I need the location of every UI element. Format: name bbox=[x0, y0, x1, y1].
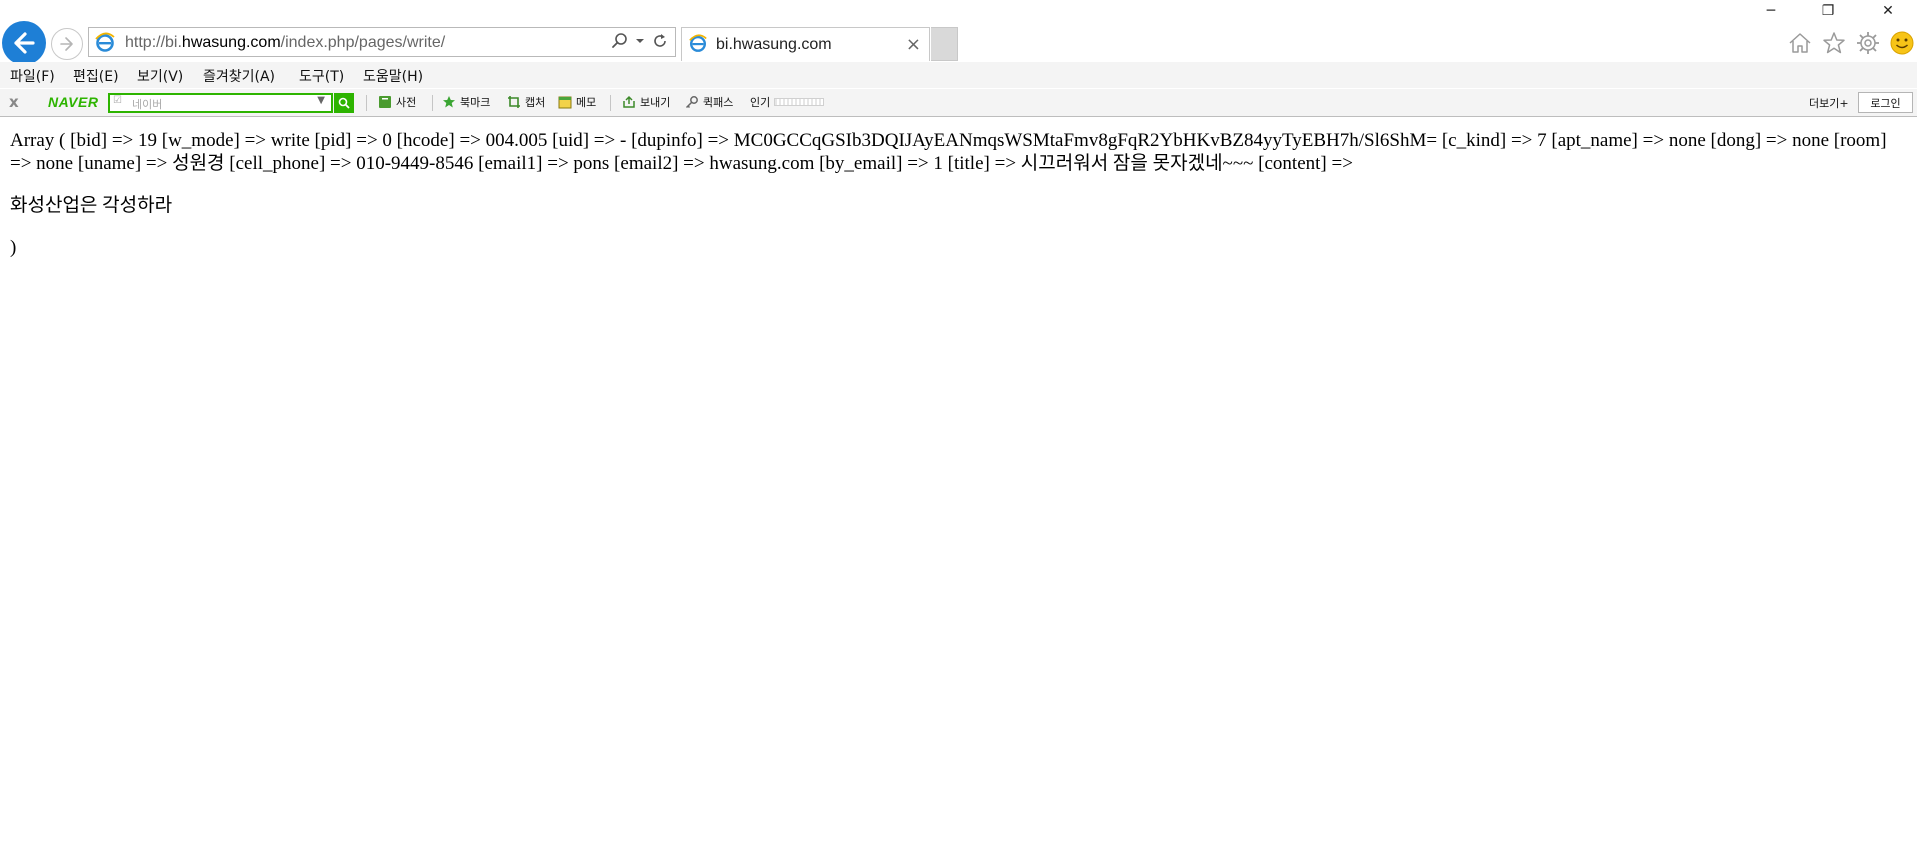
send-button[interactable]: 보내기 bbox=[622, 94, 670, 110]
popular-label: 인기 bbox=[750, 96, 771, 109]
toolbar-close-button[interactable]: x bbox=[9, 93, 19, 111]
toolbar-divider bbox=[366, 95, 367, 111]
more-button[interactable]: 더보기+ bbox=[1809, 95, 1849, 111]
login-button[interactable]: 로그인 bbox=[1858, 92, 1913, 113]
new-tab-button[interactable] bbox=[931, 27, 958, 61]
url-domain: hwasung.com bbox=[181, 34, 281, 51]
memo-label: 메모 bbox=[576, 96, 597, 109]
naver-logo[interactable]: NAVER bbox=[48, 94, 98, 110]
back-button[interactable] bbox=[2, 21, 46, 65]
bookmark-button[interactable]: 북마크 bbox=[442, 94, 490, 110]
tab-title: bi.hwasung.com bbox=[716, 36, 832, 53]
send-label: 보내기 bbox=[640, 96, 671, 109]
ie-page-icon bbox=[94, 31, 116, 57]
content-text: 화성산업은 각성하라 bbox=[10, 195, 173, 216]
forward-button[interactable] bbox=[51, 28, 83, 60]
gear-icon[interactable] bbox=[1855, 30, 1881, 56]
menu-help[interactable]: 도움말(H) bbox=[363, 66, 423, 86]
url-path: /index.php/pages/write/ bbox=[280, 34, 446, 51]
page-content: Array ( [bid] => 19 [w_mode] => write [p… bbox=[10, 129, 1900, 278]
minimize-button[interactable]: ─ bbox=[1748, 0, 1794, 22]
array-dump-text: Array ( [bid] => 19 [w_mode] => write [p… bbox=[10, 130, 1887, 174]
close-window-button[interactable]: ✕ bbox=[1865, 0, 1911, 22]
ie-tab-icon bbox=[688, 33, 708, 57]
naver-search-button[interactable] bbox=[334, 93, 354, 113]
address-bar[interactable]: http://bi.hwasung.com/index.php/pages/wr… bbox=[88, 27, 676, 57]
refresh-icon[interactable] bbox=[651, 32, 669, 50]
tab-hwasung[interactable]: bi.hwasung.com × bbox=[681, 27, 930, 61]
more-label: 더보기 bbox=[1809, 97, 1840, 110]
popular-button[interactable]: 인기 bbox=[750, 94, 825, 110]
menu-file[interactable]: 파일(F) bbox=[10, 66, 55, 86]
star-icon[interactable] bbox=[1821, 30, 1847, 56]
dictionary-label: 사전 bbox=[396, 96, 417, 109]
capture-label: 캡처 bbox=[525, 96, 546, 109]
menu-view[interactable]: 보기(V) bbox=[137, 66, 183, 86]
search-icon bbox=[338, 97, 350, 109]
arrow-left-icon bbox=[14, 32, 35, 54]
url-prefix: http://bi. bbox=[125, 34, 182, 51]
crop-icon bbox=[508, 96, 520, 108]
chevron-down-icon[interactable] bbox=[635, 36, 645, 46]
menu-bar: 파일(F) 편집(E) 보기(V) 즐겨찾기(A) 도구(T) 도움말(H) bbox=[0, 62, 1917, 88]
toolbar-divider bbox=[610, 95, 611, 111]
share-icon bbox=[623, 95, 635, 108]
menu-favorites[interactable]: 즐겨찾기(A) bbox=[203, 66, 275, 86]
quickpass-button[interactable]: 퀵패스 bbox=[685, 94, 733, 110]
search-icon[interactable] bbox=[611, 32, 629, 50]
home-icon[interactable] bbox=[1787, 30, 1813, 56]
naver-search-input[interactable]: 네이버 bbox=[132, 96, 162, 112]
search-mode-icon[interactable]: ☑ bbox=[113, 95, 122, 106]
search-dropdown-icon[interactable]: ▼ bbox=[317, 95, 325, 106]
book-icon bbox=[379, 96, 391, 108]
capture-button[interactable]: 캡처 bbox=[507, 94, 545, 110]
menu-tools[interactable]: 도구(T) bbox=[299, 66, 344, 86]
menu-edit[interactable]: 편집(E) bbox=[73, 66, 119, 86]
url-text[interactable]: http://bi.hwasung.com/index.php/pages/wr… bbox=[125, 34, 445, 52]
restore-button[interactable]: ❐ bbox=[1805, 0, 1851, 22]
plus-icon: + bbox=[1839, 97, 1849, 110]
dictionary-button[interactable]: 사전 bbox=[378, 94, 416, 110]
browser-nav-bar: http://bi.hwasung.com/index.php/pages/wr… bbox=[0, 0, 1917, 65]
array-closing: ) bbox=[10, 237, 17, 258]
memo-button[interactable]: 메모 bbox=[558, 94, 596, 110]
tab-close-icon[interactable]: × bbox=[906, 34, 921, 55]
quickpass-label: 퀵패스 bbox=[703, 96, 734, 109]
popular-ticker bbox=[774, 98, 825, 106]
star-icon bbox=[443, 96, 455, 108]
naver-search-box[interactable]: ☑ 네이버 ▼ bbox=[108, 93, 333, 113]
naver-toolbar: x NAVER ☑ 네이버 ▼ 사전 북마크 캡처 메모 보내기 퀵패스 인기 bbox=[0, 89, 1917, 117]
smiley-feedback-icon[interactable] bbox=[1889, 30, 1915, 56]
bookmark-label: 북마크 bbox=[460, 96, 491, 109]
toolbar-divider bbox=[432, 95, 433, 111]
memo-icon bbox=[558, 96, 572, 109]
key-icon bbox=[685, 96, 698, 109]
arrow-right-icon bbox=[60, 37, 73, 51]
